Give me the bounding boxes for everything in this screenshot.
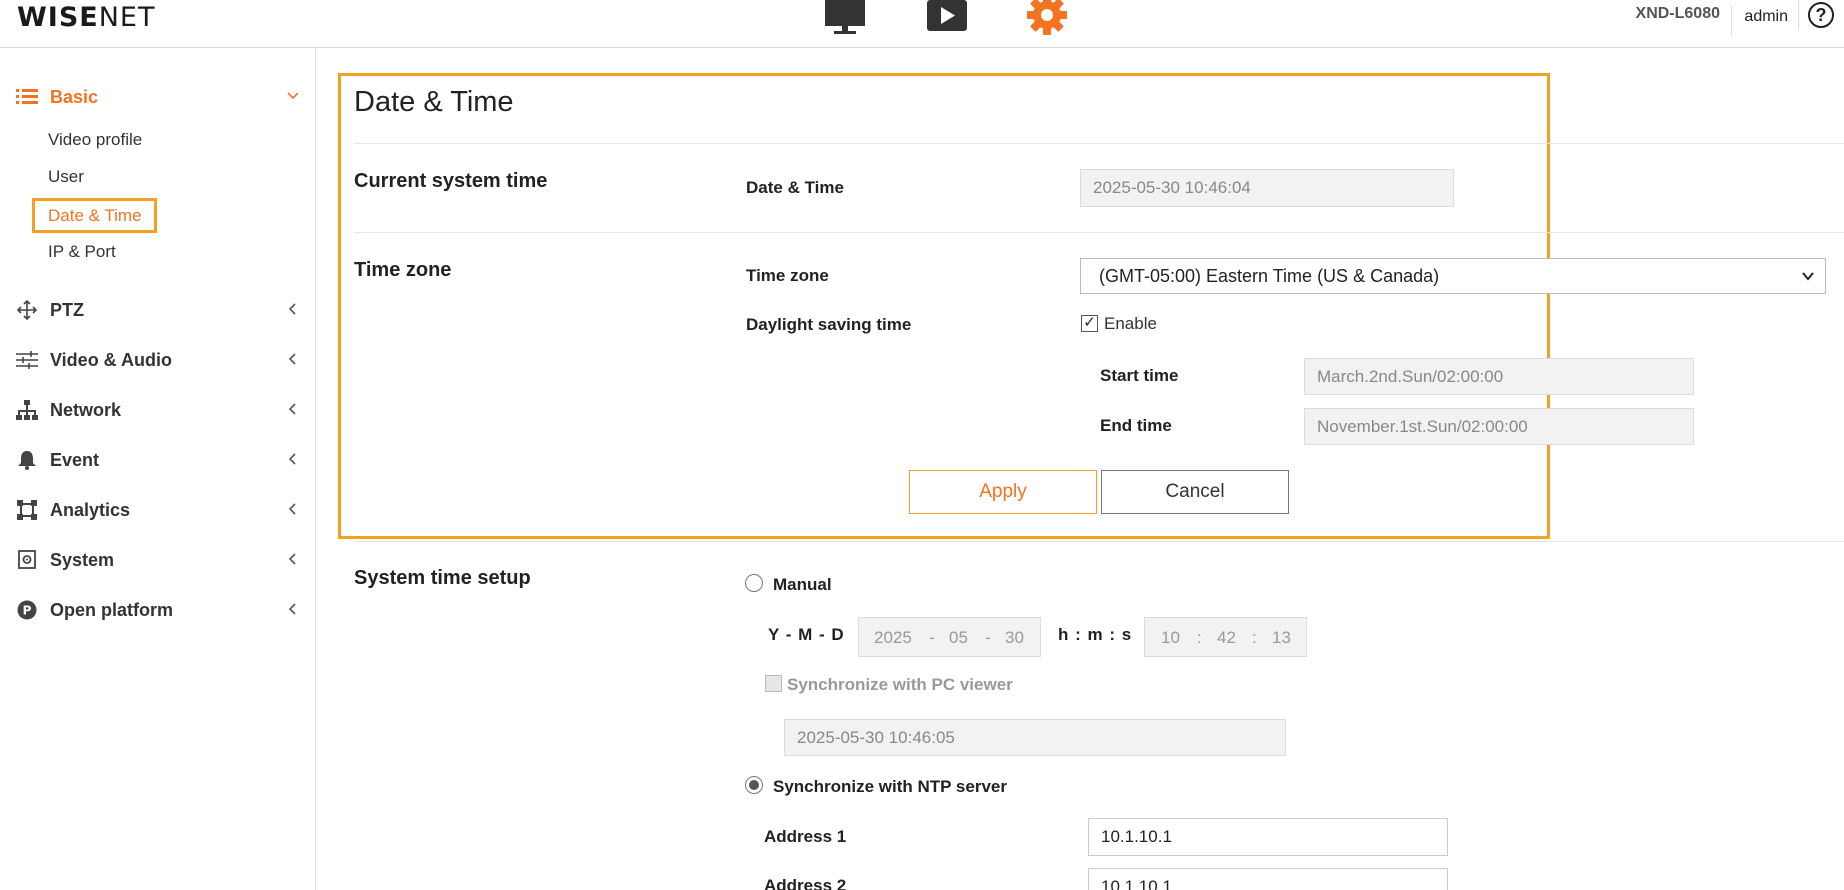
- sidebar-item-label: PTZ: [50, 300, 84, 320]
- sidebar-subitem-date-time[interactable]: Date & Time: [32, 198, 157, 233]
- settings-gear-icon[interactable]: [1026, 0, 1068, 41]
- dst-enable-label: Enable: [1104, 314, 1157, 333]
- sidebar-item-label: System: [50, 550, 115, 570]
- sidebar-item-label: Video & Audio: [50, 350, 173, 370]
- dst-end-label: End time: [1100, 416, 1172, 435]
- section-system-time-setup: System time setup: [354, 567, 531, 589]
- sidebar-item-label: Event: [50, 450, 100, 470]
- sidebar-item-analytics[interactable]: Analytics: [0, 490, 316, 530]
- dst-end-field: November.1st.Sun/02:00:00: [1304, 408, 1694, 445]
- sidebar-item-label: Network: [50, 400, 122, 420]
- time-zone-selected-value: (GMT-05:00) Eastern Time (US & Canada): [1099, 266, 1440, 286]
- platform-p-icon: P: [17, 600, 37, 620]
- chevron-left-icon: [288, 303, 296, 315]
- sidebar-subitem-video-profile[interactable]: Video profile: [48, 130, 142, 150]
- manual-radio[interactable]: [745, 574, 763, 592]
- sidebar-item-network[interactable]: Network: [0, 390, 316, 430]
- sync-pc-label: Synchronize with PC viewer: [787, 675, 1013, 694]
- sidebar-subitem-user[interactable]: User: [48, 167, 84, 187]
- divider: [354, 143, 1844, 144]
- chevron-left-icon: [288, 353, 296, 365]
- sidebar-item-system[interactable]: System: [0, 540, 316, 580]
- current-datetime-label: Date & Time: [746, 178, 844, 197]
- user-menu[interactable]: admin: [1731, 6, 1788, 36]
- wisenet-logo: WISENET: [17, 2, 156, 33]
- address1-label: Address 1: [764, 827, 847, 846]
- sidebar-item-label: Analytics: [50, 500, 131, 520]
- top-header: WISENET XND-L6080 admin ?: [0, 0, 1844, 48]
- move-arrows-icon: [16, 300, 38, 320]
- chevron-left-icon: [288, 453, 296, 465]
- sync-ntp-radio[interactable]: [745, 776, 763, 794]
- chevron-left-icon: [288, 553, 296, 565]
- dst-start-field: March.2nd.Sun/02:00:00: [1304, 358, 1694, 395]
- playback-icon[interactable]: [926, 0, 968, 37]
- monitor-icon[interactable]: [824, 0, 866, 41]
- current-datetime-field: 2025-05-30 10:46:04: [1080, 169, 1454, 207]
- sidebar-item-basic[interactable]: Basic: [0, 77, 316, 117]
- sidebar-item-video-audio[interactable]: Video & Audio: [0, 340, 316, 380]
- sidebar-item-ptz[interactable]: PTZ: [0, 290, 316, 330]
- sidebar-item-event[interactable]: Event: [0, 440, 316, 480]
- help-icon: ?: [1808, 2, 1834, 28]
- section-time-zone: Time zone: [354, 259, 452, 281]
- list-icon: [16, 89, 38, 104]
- manual-time-field: 10 : 42 : 13: [1144, 617, 1307, 657]
- sidebar-subitem-ip-port[interactable]: IP & Port: [48, 242, 116, 262]
- help-button[interactable]: ?: [1798, 0, 1842, 30]
- sliders-icon: [16, 351, 38, 369]
- device-model: XND-L6080: [1635, 5, 1720, 22]
- apply-button[interactable]: Apply: [909, 470, 1097, 514]
- dst-start-label: Start time: [1100, 366, 1179, 385]
- page-title: Date & Time: [354, 86, 514, 118]
- hms-label: h : m : s: [1058, 625, 1133, 644]
- time-zone-label: Time zone: [746, 266, 829, 285]
- chevron-left-icon: [288, 603, 296, 615]
- dst-label: Daylight saving time: [746, 315, 912, 334]
- sidebar-item-open-platform[interactable]: P Open platform: [0, 590, 316, 630]
- address2-input[interactable]: 10.1.10.1: [1088, 868, 1448, 890]
- pc-time-field: 2025-05-30 10:46:05: [784, 719, 1286, 756]
- network-icon: [16, 400, 38, 420]
- chevron-down-icon: [287, 92, 299, 100]
- chevron-left-icon: [288, 503, 296, 515]
- address1-input[interactable]: 10.1.10.1: [1088, 818, 1448, 856]
- manual-date-field: 2025 - 05 - 30: [858, 617, 1041, 657]
- cancel-button[interactable]: Cancel: [1101, 470, 1289, 514]
- bell-icon: [18, 451, 36, 470]
- ymd-label: Y - M - D: [768, 625, 845, 644]
- sidebar-item-label: Open platform: [50, 600, 174, 620]
- sidebar-item-label: Basic: [50, 87, 99, 107]
- address2-label: Address 2: [764, 876, 847, 890]
- divider: [354, 232, 1844, 233]
- bounding-box-icon: [17, 500, 37, 520]
- svg-text:P: P: [23, 604, 32, 618]
- divider: [354, 541, 1844, 542]
- manual-label: Manual: [773, 575, 832, 594]
- chevron-left-icon: [288, 403, 296, 415]
- time-zone-select[interactable]: (GMT-05:00) Eastern Time (US & Canada): [1080, 258, 1826, 294]
- section-current-system-time: Current system time: [354, 170, 548, 192]
- chevron-down-icon: [1802, 272, 1814, 281]
- sync-pc-checkbox[interactable]: [765, 675, 782, 692]
- sync-ntp-label: Synchronize with NTP server: [773, 777, 1007, 796]
- system-box-icon: [18, 550, 36, 569]
- dst-enable-checkbox[interactable]: ✓: [1081, 315, 1098, 332]
